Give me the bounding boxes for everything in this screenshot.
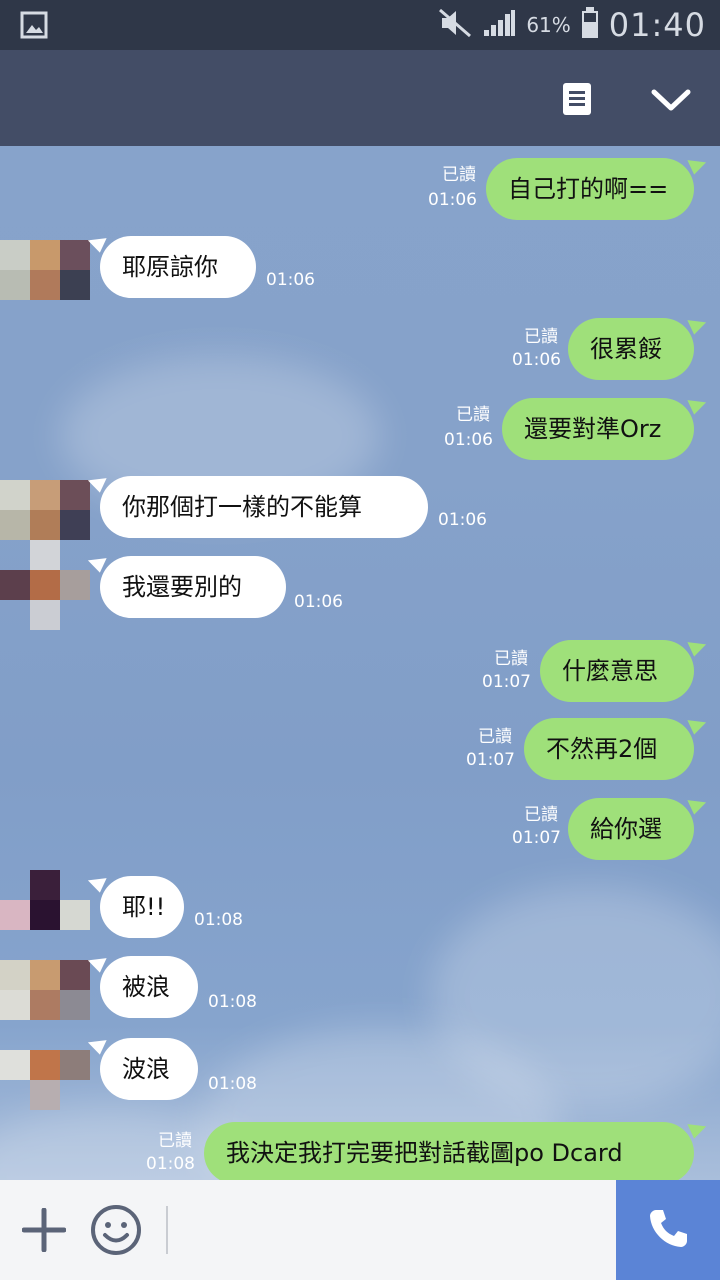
input-bar — [0, 1180, 720, 1280]
incoming-bubble[interactable]: 波浪 — [100, 1038, 198, 1100]
smile-icon[interactable] — [90, 1204, 142, 1260]
plus-icon[interactable] — [21, 1207, 67, 1256]
chat-area[interactable]: 已讀 01:06 自己打的啊== 耶原諒你 01:06 已讀 01:06 很累餒… — [0, 146, 720, 1180]
bubble-tail — [687, 313, 709, 335]
status-right: 61% 01:40 — [438, 0, 706, 50]
bubble-tail — [687, 635, 709, 657]
message-text: 給你選 — [590, 815, 662, 843]
read-receipt: 已讀 — [524, 805, 558, 825]
outgoing-bubble[interactable]: 我決定我打完要把對話截圖po Dcard — [204, 1122, 694, 1180]
incoming-bubble[interactable]: 你那個打一樣的不能算 — [100, 476, 428, 538]
avatar[interactable] — [0, 480, 90, 540]
message-time: 01:06 — [428, 190, 477, 210]
message-time: 01:07 — [512, 828, 561, 848]
avatar[interactable] — [0, 570, 90, 630]
message-time: 01:06 — [444, 430, 493, 450]
input-divider — [166, 1206, 168, 1254]
read-receipt: 已讀 — [158, 1131, 192, 1151]
message-text: 耶原諒你 — [122, 253, 218, 281]
chat-header — [0, 50, 720, 146]
message-text: 我決定我打完要把對話截圖po Dcard — [226, 1139, 623, 1167]
avatar[interactable] — [0, 870, 90, 930]
message-text: 被浪 — [122, 973, 170, 1001]
message-text: 什麼意思 — [562, 657, 658, 685]
read-receipt: 已讀 — [478, 727, 512, 747]
bubble-tail — [687, 393, 709, 415]
message-text: 波浪 — [122, 1055, 170, 1083]
battery-icon — [581, 7, 599, 43]
incoming-bubble[interactable]: 我還要別的 — [100, 556, 286, 618]
bubble-tail — [687, 153, 709, 175]
bubble-tail — [687, 793, 709, 815]
bubble-tail — [687, 713, 709, 735]
read-receipt: 已讀 — [456, 405, 490, 425]
message-time: 01:06 — [294, 592, 343, 612]
read-receipt: 已讀 — [494, 649, 528, 669]
read-receipt: 已讀 — [524, 327, 558, 347]
message-text: 你那個打一樣的不能算 — [122, 493, 362, 521]
message-text: 自己打的啊== — [508, 175, 669, 203]
incoming-bubble[interactable]: 耶原諒你 — [100, 236, 256, 298]
clock: 01:40 — [608, 6, 706, 44]
message-time: 01:06 — [438, 510, 487, 530]
outgoing-bubble[interactable]: 不然再2個 — [524, 718, 694, 780]
message-time: 01:06 — [266, 270, 315, 290]
message-time: 01:07 — [482, 672, 531, 692]
message-time: 01:08 — [194, 910, 243, 930]
status-bar: 61% 01:40 — [0, 0, 720, 50]
message-text: 不然再2個 — [546, 735, 658, 763]
outgoing-bubble[interactable]: 自己打的啊== — [486, 158, 694, 220]
message-time: 01:08 — [208, 1074, 257, 1094]
message-input[interactable] — [176, 1194, 606, 1266]
incoming-bubble[interactable]: 被浪 — [100, 956, 198, 1018]
outgoing-bubble[interactable]: 什麼意思 — [540, 640, 694, 702]
notes-icon[interactable] — [562, 82, 592, 120]
mute-icon — [438, 8, 472, 42]
message-text: 很累餒 — [590, 335, 662, 363]
outgoing-bubble[interactable]: 還要對準Orz — [502, 398, 694, 460]
signal-icon — [482, 8, 516, 42]
incoming-bubble[interactable]: 耶!! — [100, 876, 184, 938]
bubble-tail — [687, 1117, 709, 1139]
message-time: 01:07 — [466, 750, 515, 770]
read-receipt: 已讀 — [442, 165, 476, 185]
outgoing-bubble[interactable]: 很累餒 — [568, 318, 694, 380]
message-text: 耶!! — [122, 893, 166, 921]
avatar[interactable] — [0, 240, 90, 300]
message-time: 01:08 — [208, 992, 257, 1012]
call-button[interactable] — [616, 1180, 720, 1280]
gallery-icon — [20, 11, 48, 43]
battery-percent: 61% — [526, 13, 571, 37]
chevron-down-icon[interactable] — [650, 86, 692, 118]
avatar[interactable] — [0, 1050, 90, 1110]
message-time: 01:08 — [146, 1154, 195, 1174]
message-text: 我還要別的 — [122, 573, 242, 601]
message-text: 還要對準Orz — [524, 415, 662, 443]
outgoing-bubble[interactable]: 給你選 — [568, 798, 694, 860]
phone-icon — [646, 1206, 690, 1254]
avatar[interactable] — [0, 960, 90, 1020]
message-time: 01:06 — [512, 350, 561, 370]
